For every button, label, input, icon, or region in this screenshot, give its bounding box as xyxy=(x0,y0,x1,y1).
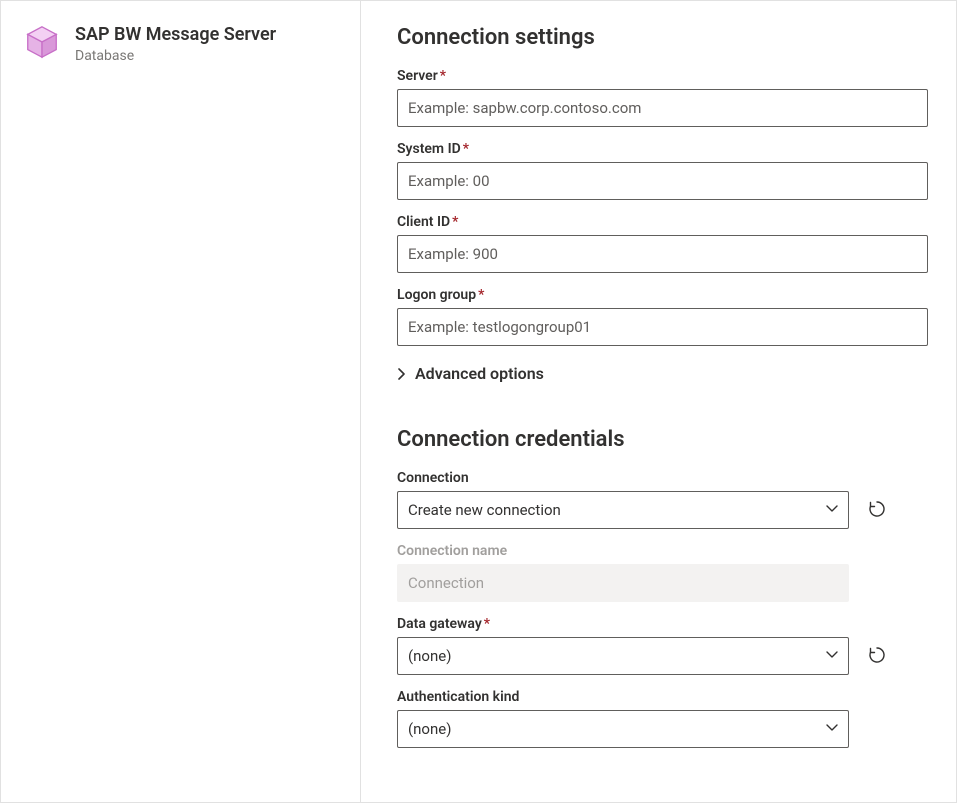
connection-name-input xyxy=(397,564,849,602)
field-client-id: Client ID* xyxy=(397,214,928,273)
connection-select-wrap: Create new connection xyxy=(397,491,849,529)
system-id-input[interactable] xyxy=(397,162,928,200)
data-gateway-select[interactable]: (none) xyxy=(397,637,849,675)
field-system-id: System ID* xyxy=(397,141,928,200)
field-data-gateway: Data gateway* (none) xyxy=(397,616,928,675)
connector-subtitle: Database xyxy=(75,48,276,64)
auth-kind-select[interactable]: (none) xyxy=(397,710,849,748)
field-connection-name: Connection name xyxy=(397,543,928,602)
section-title-settings: Connection settings xyxy=(397,25,928,50)
field-connection: Connection Create new connection xyxy=(397,470,928,529)
connector-header: SAP BW Message Server Database xyxy=(75,23,276,64)
dialog-frame: SAP BW Message Server Database Connectio… xyxy=(0,0,957,803)
refresh-connection-button[interactable] xyxy=(863,496,891,524)
required-asterisk: * xyxy=(478,287,484,303)
section-title-credentials: Connection credentials xyxy=(397,427,928,452)
refresh-icon xyxy=(867,499,887,522)
required-asterisk: * xyxy=(484,616,490,632)
chevron-right-icon xyxy=(397,367,407,381)
system-id-label-text: System ID xyxy=(397,141,461,157)
logon-group-input[interactable] xyxy=(397,308,928,346)
connection-name-wrap xyxy=(397,564,849,602)
database-cube-icon xyxy=(23,23,61,61)
connector-title: SAP BW Message Server xyxy=(75,23,276,46)
server-label-text: Server xyxy=(397,68,438,84)
required-asterisk: * xyxy=(463,141,469,157)
left-pane: SAP BW Message Server Database xyxy=(1,1,361,802)
refresh-icon xyxy=(867,645,887,668)
connection-select[interactable]: Create new connection xyxy=(397,491,849,529)
client-id-label: Client ID* xyxy=(397,214,928,230)
system-id-label: System ID* xyxy=(397,141,928,157)
server-input[interactable] xyxy=(397,89,928,127)
required-asterisk: * xyxy=(440,68,446,84)
field-logon-group: Logon group* xyxy=(397,287,928,346)
advanced-options-label: Advanced options xyxy=(415,364,544,383)
field-server: Server* xyxy=(397,68,928,127)
refresh-gateway-button[interactable] xyxy=(863,642,891,670)
data-gateway-select-wrap: (none) xyxy=(397,637,849,675)
connection-row: Create new connection xyxy=(397,491,928,529)
advanced-options-toggle[interactable]: Advanced options xyxy=(397,364,928,383)
connection-name-label: Connection name xyxy=(397,543,928,559)
connection-label: Connection xyxy=(397,470,928,486)
client-id-label-text: Client ID xyxy=(397,214,450,230)
right-pane: Connection settings Server* System ID* C… xyxy=(361,1,956,802)
field-auth-kind: Authentication kind (none) xyxy=(397,689,928,748)
auth-kind-select-wrap: (none) xyxy=(397,710,849,748)
auth-kind-label: Authentication kind xyxy=(397,689,928,705)
data-gateway-row: (none) xyxy=(397,637,928,675)
required-asterisk: * xyxy=(452,214,458,230)
logon-group-label: Logon group* xyxy=(397,287,928,303)
client-id-input[interactable] xyxy=(397,235,928,273)
logon-group-label-text: Logon group xyxy=(397,287,476,303)
data-gateway-label-text: Data gateway xyxy=(397,616,482,632)
server-label: Server* xyxy=(397,68,928,84)
data-gateway-label: Data gateway* xyxy=(397,616,928,632)
